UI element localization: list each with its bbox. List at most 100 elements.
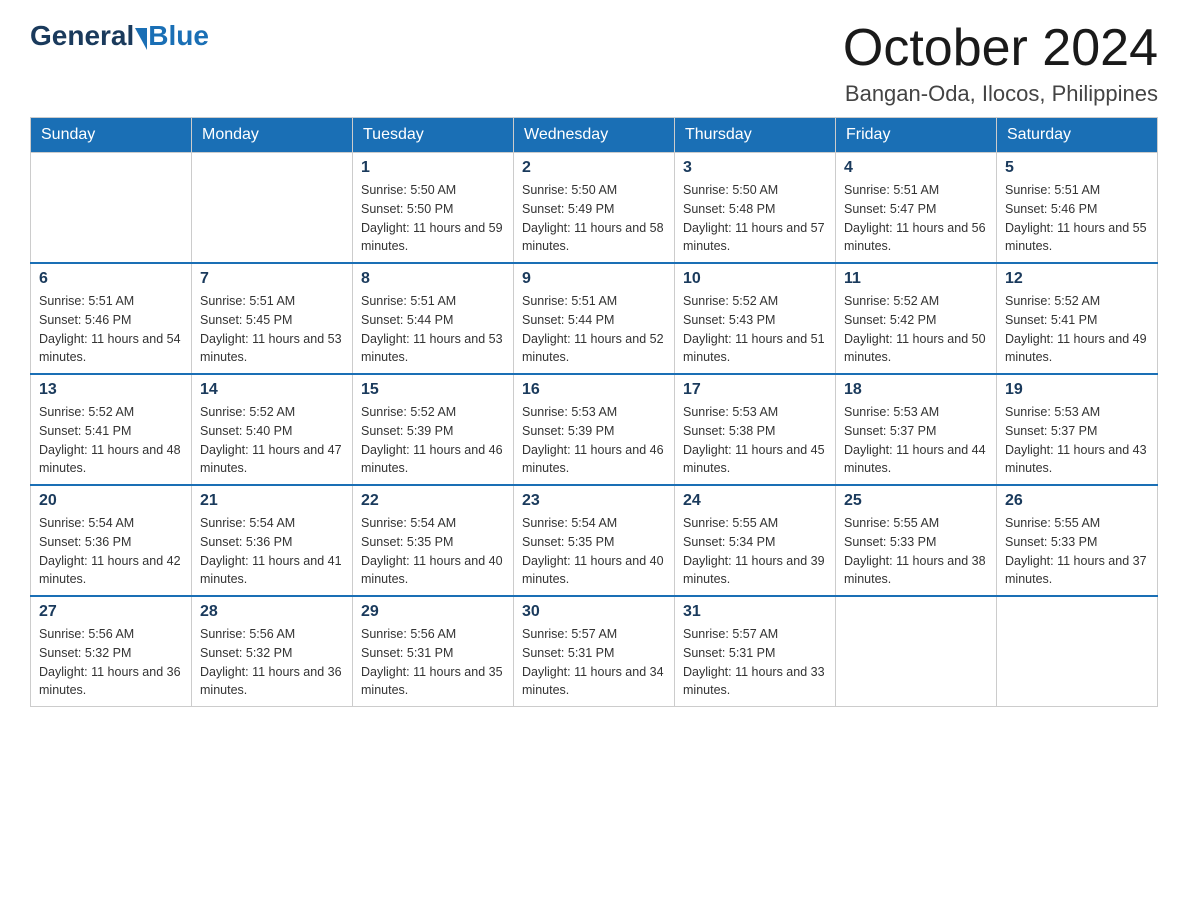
day-info: Sunrise: 5:57 AMSunset: 5:31 PMDaylight:…	[522, 625, 666, 700]
location-title: Bangan-Oda, Ilocos, Philippines	[843, 81, 1158, 107]
day-number: 1	[361, 159, 505, 177]
calendar-cell-1-4: 10Sunrise: 5:52 AMSunset: 5:43 PMDayligh…	[675, 263, 836, 374]
day-number: 20	[39, 492, 183, 510]
calendar-cell-3-4: 24 Sunrise: 5:55 AMSunset: 5:34 PMDayligh…	[675, 485, 836, 596]
day-info: Sunrise: 5:54 AMSunset: 5:35 PMDaylight:…	[522, 514, 666, 589]
title-area: October 2024 Bangan-Oda, Ilocos, Philipp…	[843, 20, 1158, 107]
calendar-cell-4-1: 28 Sunrise: 5:56 AMSunset: 5:32 PMDayligh…	[192, 596, 353, 707]
day-info: Sunrise: 5:56 AMSunset: 5:32 PMDaylight:…	[39, 625, 183, 700]
day-info: Sunrise: 5:56 AMSunset: 5:32 PMDaylight:…	[200, 625, 344, 700]
header-wednesday: Wednesday	[514, 118, 675, 153]
calendar-cell-0-4: 3 Sunrise: 5:50 AMSunset: 5:48 PMDaylight…	[675, 153, 836, 264]
header-monday: Monday	[192, 118, 353, 153]
day-number: 22	[361, 492, 505, 510]
day-info: Sunrise: 5:54 AMSunset: 5:35 PMDaylight:…	[361, 514, 505, 589]
calendar-cell-3-5: 25 Sunrise: 5:55 AMSunset: 5:33 PMDayligh…	[836, 485, 997, 596]
logo-arrow-icon	[135, 28, 147, 50]
day-number: 19	[1005, 381, 1149, 399]
day-number: 11	[844, 270, 988, 288]
calendar-week-row-0: 1 Sunrise: 5:50 AMSunset: 5:50 PMDaylight…	[31, 153, 1158, 264]
day-number: 31	[683, 603, 827, 621]
day-info: Sunrise: 5:53 AMSunset: 5:38 PMDaylight:…	[683, 403, 827, 478]
calendar-cell-2-5: 18 Sunrise: 5:53 AMSunset: 5:37 PMDayligh…	[836, 374, 997, 485]
day-info: Sunrise: 5:53 AMSunset: 5:39 PMDaylight:…	[522, 403, 666, 478]
calendar-cell-2-1: 14Sunrise: 5:52 AMSunset: 5:40 PMDayligh…	[192, 374, 353, 485]
logo: General Blue	[30, 20, 209, 52]
calendar-cell-3-0: 20 Sunrise: 5:54 AMSunset: 5:36 PMDayligh…	[31, 485, 192, 596]
day-number: 21	[200, 492, 344, 510]
day-number: 3	[683, 159, 827, 177]
day-number: 17	[683, 381, 827, 399]
calendar-week-row-1: 6 Sunrise: 5:51 AMSunset: 5:46 PMDaylight…	[31, 263, 1158, 374]
calendar-cell-2-6: 19 Sunrise: 5:53 AMSunset: 5:37 PMDayligh…	[997, 374, 1158, 485]
calendar-cell-1-0: 6 Sunrise: 5:51 AMSunset: 5:46 PMDaylight…	[31, 263, 192, 374]
day-info: Sunrise: 5:52 AMSunset: 5:42 PMDaylight:…	[844, 292, 988, 367]
day-info: Sunrise: 5:50 AMSunset: 5:49 PMDaylight:…	[522, 181, 666, 256]
calendar-week-row-2: 13 Sunrise: 5:52 AMSunset: 5:41 PMDayligh…	[31, 374, 1158, 485]
day-number: 12	[1005, 270, 1149, 288]
day-number: 5	[1005, 159, 1149, 177]
calendar-cell-0-1	[192, 153, 353, 264]
calendar-cell-2-0: 13 Sunrise: 5:52 AMSunset: 5:41 PMDayligh…	[31, 374, 192, 485]
calendar-cell-1-6: 12Sunrise: 5:52 AMSunset: 5:41 PMDayligh…	[997, 263, 1158, 374]
day-info: Sunrise: 5:52 AMSunset: 5:41 PMDaylight:…	[39, 403, 183, 478]
calendar-table: Sunday Monday Tuesday Wednesday Thursday…	[30, 117, 1158, 707]
calendar-cell-3-2: 22 Sunrise: 5:54 AMSunset: 5:35 PMDayligh…	[353, 485, 514, 596]
calendar-cell-0-2: 1 Sunrise: 5:50 AMSunset: 5:50 PMDaylight…	[353, 153, 514, 264]
calendar-week-row-3: 20 Sunrise: 5:54 AMSunset: 5:36 PMDayligh…	[31, 485, 1158, 596]
day-info: Sunrise: 5:51 AMSunset: 5:44 PMDaylight:…	[361, 292, 505, 367]
calendar-cell-0-3: 2 Sunrise: 5:50 AMSunset: 5:49 PMDaylight…	[514, 153, 675, 264]
day-info: Sunrise: 5:51 AMSunset: 5:46 PMDaylight:…	[1005, 181, 1149, 256]
calendar-cell-4-5	[836, 596, 997, 707]
day-number: 15	[361, 381, 505, 399]
day-info: Sunrise: 5:53 AMSunset: 5:37 PMDaylight:…	[1005, 403, 1149, 478]
weekday-header-row: Sunday Monday Tuesday Wednesday Thursday…	[31, 118, 1158, 153]
calendar-cell-2-4: 17 Sunrise: 5:53 AMSunset: 5:38 PMDayligh…	[675, 374, 836, 485]
calendar-week-row-4: 27Sunrise: 5:56 AMSunset: 5:32 PMDayligh…	[31, 596, 1158, 707]
day-info: Sunrise: 5:57 AMSunset: 5:31 PMDaylight:…	[683, 625, 827, 700]
day-info: Sunrise: 5:55 AMSunset: 5:33 PMDaylight:…	[1005, 514, 1149, 589]
day-number: 4	[844, 159, 988, 177]
month-title: October 2024	[843, 20, 1158, 77]
day-number: 13	[39, 381, 183, 399]
day-number: 6	[39, 270, 183, 288]
calendar-cell-3-1: 21 Sunrise: 5:54 AMSunset: 5:36 PMDayligh…	[192, 485, 353, 596]
day-number: 16	[522, 381, 666, 399]
header-tuesday: Tuesday	[353, 118, 514, 153]
calendar-cell-0-0	[31, 153, 192, 264]
day-info: Sunrise: 5:52 AMSunset: 5:39 PMDaylight:…	[361, 403, 505, 478]
calendar-cell-3-3: 23Sunrise: 5:54 AMSunset: 5:35 PMDayligh…	[514, 485, 675, 596]
calendar-cell-0-6: 5 Sunrise: 5:51 AMSunset: 5:46 PMDaylight…	[997, 153, 1158, 264]
day-number: 30	[522, 603, 666, 621]
calendar-cell-4-0: 27Sunrise: 5:56 AMSunset: 5:32 PMDayligh…	[31, 596, 192, 707]
logo-general-text: General	[30, 20, 134, 52]
day-info: Sunrise: 5:55 AMSunset: 5:34 PMDaylight:…	[683, 514, 827, 589]
day-number: 10	[683, 270, 827, 288]
day-number: 8	[361, 270, 505, 288]
header-sunday: Sunday	[31, 118, 192, 153]
day-number: 2	[522, 159, 666, 177]
calendar-cell-4-3: 30 Sunrise: 5:57 AMSunset: 5:31 PMDayligh…	[514, 596, 675, 707]
calendar-cell-2-2: 15 Sunrise: 5:52 AMSunset: 5:39 PMDayligh…	[353, 374, 514, 485]
header-friday: Friday	[836, 118, 997, 153]
day-number: 28	[200, 603, 344, 621]
day-number: 24	[683, 492, 827, 510]
day-number: 18	[844, 381, 988, 399]
day-info: Sunrise: 5:56 AMSunset: 5:31 PMDaylight:…	[361, 625, 505, 700]
calendar-cell-1-3: 9Sunrise: 5:51 AMSunset: 5:44 PMDaylight…	[514, 263, 675, 374]
day-info: Sunrise: 5:54 AMSunset: 5:36 PMDaylight:…	[39, 514, 183, 589]
day-info: Sunrise: 5:50 AMSunset: 5:50 PMDaylight:…	[361, 181, 505, 256]
day-number: 25	[844, 492, 988, 510]
calendar-cell-4-2: 29Sunrise: 5:56 AMSunset: 5:31 PMDayligh…	[353, 596, 514, 707]
day-info: Sunrise: 5:54 AMSunset: 5:36 PMDaylight:…	[200, 514, 344, 589]
day-info: Sunrise: 5:50 AMSunset: 5:48 PMDaylight:…	[683, 181, 827, 256]
day-info: Sunrise: 5:51 AMSunset: 5:46 PMDaylight:…	[39, 292, 183, 367]
day-info: Sunrise: 5:55 AMSunset: 5:33 PMDaylight:…	[844, 514, 988, 589]
header-saturday: Saturday	[997, 118, 1158, 153]
calendar-cell-4-4: 31 Sunrise: 5:57 AMSunset: 5:31 PMDayligh…	[675, 596, 836, 707]
day-info: Sunrise: 5:53 AMSunset: 5:37 PMDaylight:…	[844, 403, 988, 478]
page-header: General Blue October 2024 Bangan-Oda, Il…	[30, 20, 1158, 107]
day-number: 14	[200, 381, 344, 399]
day-number: 9	[522, 270, 666, 288]
calendar-cell-1-2: 8 Sunrise: 5:51 AMSunset: 5:44 PMDaylight…	[353, 263, 514, 374]
